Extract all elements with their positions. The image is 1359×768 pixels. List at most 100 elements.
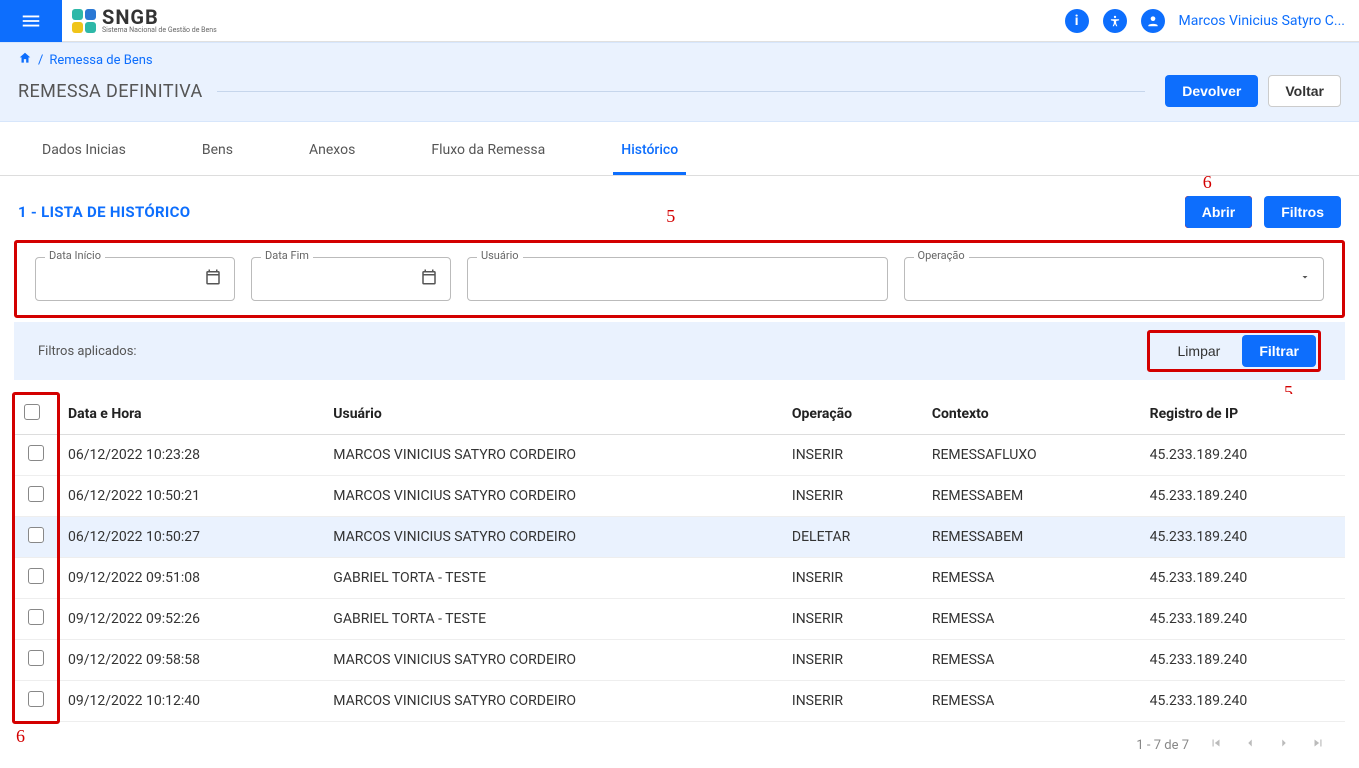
row-checkbox[interactable] bbox=[28, 609, 44, 625]
table-row[interactable]: 06/12/2022 10:23:28MARCOS VINICIUS SATYR… bbox=[14, 435, 1345, 476]
cell-contexto: REMESSA bbox=[922, 640, 1140, 681]
user-avatar-icon[interactable] bbox=[1141, 9, 1165, 33]
filtros-button[interactable]: Filtros bbox=[1264, 196, 1341, 228]
cell-contexto: REMESSABEM bbox=[922, 476, 1140, 517]
app-header: SNGB Sistema Nacional de Gestão de Bens … bbox=[0, 0, 1359, 42]
page-subheader: / Remessa de Bens REMESSA DEFINITIVA Dev… bbox=[0, 42, 1359, 122]
cell-usuario: MARCOS VINICIUS SATYRO CORDEIRO bbox=[323, 681, 782, 722]
cell-datahora: 09/12/2022 09:51:08 bbox=[58, 558, 323, 599]
row-checkbox[interactable] bbox=[28, 568, 44, 584]
cell-usuario: MARCOS VINICIUS SATYRO CORDEIRO bbox=[323, 640, 782, 681]
cell-contexto: REMESSAFLUXO bbox=[922, 435, 1140, 476]
logo-subtext: Sistema Nacional de Gestão de Bens bbox=[102, 27, 217, 34]
cell-usuario: GABRIEL TORTA - TESTE bbox=[323, 599, 782, 640]
cell-datahora: 06/12/2022 10:50:21 bbox=[58, 476, 323, 517]
logo-text: SNGB bbox=[102, 7, 217, 27]
cell-contexto: REMESSABEM bbox=[922, 517, 1140, 558]
page-prev-button[interactable] bbox=[1243, 736, 1257, 754]
usuario-filter-input[interactable] bbox=[467, 257, 888, 301]
data-inicio-input[interactable] bbox=[35, 257, 235, 301]
cell-operacao: DELETAR bbox=[782, 517, 922, 558]
voltar-button[interactable]: Voltar bbox=[1268, 75, 1341, 107]
cell-contexto: REMESSA bbox=[922, 681, 1140, 722]
cell-datahora: 06/12/2022 10:50:27 bbox=[58, 517, 323, 558]
info-icon[interactable]: i bbox=[1065, 9, 1089, 33]
annotation-6-top: 6 bbox=[1203, 172, 1212, 193]
cell-usuario: MARCOS VINICIUS SATYRO CORDEIRO bbox=[323, 517, 782, 558]
table-row[interactable]: 09/12/2022 09:51:08GABRIEL TORTA - TESTE… bbox=[14, 558, 1345, 599]
devolver-button[interactable]: Devolver bbox=[1165, 75, 1258, 107]
home-icon[interactable] bbox=[18, 51, 32, 69]
cell-ip: 45.233.189.240 bbox=[1140, 640, 1345, 681]
cell-usuario: GABRIEL TORTA - TESTE bbox=[323, 558, 782, 599]
col-usuario: Usuário bbox=[323, 394, 782, 435]
table-row[interactable]: 09/12/2022 10:12:40MARCOS VINICIUS SATYR… bbox=[14, 681, 1345, 722]
cell-operacao: INSERIR bbox=[782, 476, 922, 517]
cell-usuario: MARCOS VINICIUS SATYRO CORDEIRO bbox=[323, 476, 782, 517]
row-checkbox[interactable] bbox=[28, 445, 44, 461]
page-last-button[interactable] bbox=[1311, 736, 1325, 754]
cell-ip: 45.233.189.240 bbox=[1140, 517, 1345, 558]
select-all-checkbox[interactable] bbox=[24, 404, 40, 420]
row-checkbox[interactable] bbox=[28, 486, 44, 502]
limpar-button[interactable]: Limpar bbox=[1162, 336, 1237, 366]
tab-anexos[interactable]: Anexos bbox=[301, 122, 363, 175]
breadcrumb: / Remessa de Bens bbox=[18, 51, 1341, 69]
col-contexto: Contexto bbox=[922, 394, 1140, 435]
tab-fluxo[interactable]: Fluxo da Remessa bbox=[423, 122, 553, 175]
tab-bar: Dados Inicias Bens Anexos Fluxo da Remes… bbox=[0, 122, 1359, 176]
data-fim-input[interactable] bbox=[251, 257, 451, 301]
hamburger-menu-button[interactable] bbox=[0, 0, 62, 42]
cell-usuario: MARCOS VINICIUS SATYRO CORDEIRO bbox=[323, 435, 782, 476]
annotation-6-bottom: 6 bbox=[16, 726, 25, 747]
row-checkbox[interactable] bbox=[28, 650, 44, 666]
abrir-button[interactable]: Abrir bbox=[1185, 196, 1252, 228]
page-first-button[interactable] bbox=[1209, 736, 1223, 754]
data-fim-label: Data Fim bbox=[261, 249, 313, 262]
title-divider bbox=[217, 91, 1146, 92]
cell-operacao: INSERIR bbox=[782, 558, 922, 599]
logo-mark-icon bbox=[72, 9, 96, 33]
cell-datahora: 09/12/2022 09:58:58 bbox=[58, 640, 323, 681]
cell-ip: 45.233.189.240 bbox=[1140, 435, 1345, 476]
history-table: Data e Hora Usuário Operação Contexto Re… bbox=[14, 394, 1345, 722]
accessibility-icon[interactable] bbox=[1103, 9, 1127, 33]
cell-operacao: INSERIR bbox=[782, 681, 922, 722]
cell-contexto: REMESSA bbox=[922, 558, 1140, 599]
cell-operacao: INSERIR bbox=[782, 435, 922, 476]
app-logo: SNGB Sistema Nacional de Gestão de Bens bbox=[72, 7, 217, 34]
operacao-filter-select[interactable] bbox=[904, 257, 1325, 301]
row-checkbox[interactable] bbox=[28, 527, 44, 543]
cell-datahora: 09/12/2022 09:52:26 bbox=[58, 599, 323, 640]
calendar-icon[interactable] bbox=[420, 268, 438, 290]
table-row[interactable]: 06/12/2022 10:50:27MARCOS VINICIUS SATYR… bbox=[14, 517, 1345, 558]
section-title: 1 - LISTA DE HISTÓRICO bbox=[18, 203, 190, 221]
tab-historico[interactable]: Histórico bbox=[613, 122, 686, 175]
cell-operacao: INSERIR bbox=[782, 640, 922, 681]
operacao-filter-label: Operação bbox=[914, 249, 969, 262]
cell-ip: 45.233.189.240 bbox=[1140, 558, 1345, 599]
applied-filters-row: Filtros aplicados: Limpar Filtrar bbox=[14, 322, 1345, 380]
breadcrumb-sep: / bbox=[38, 53, 43, 68]
annotation-5-top: 5 bbox=[666, 206, 675, 227]
usuario-filter-label: Usuário bbox=[477, 249, 523, 262]
table-row[interactable]: 06/12/2022 10:50:21MARCOS VINICIUS SATYR… bbox=[14, 476, 1345, 517]
breadcrumb-item[interactable]: Remessa de Bens bbox=[49, 53, 152, 68]
pagination-range: 1 - 7 de 7 bbox=[1136, 738, 1189, 753]
cell-ip: 45.233.189.240 bbox=[1140, 681, 1345, 722]
row-checkbox[interactable] bbox=[28, 691, 44, 707]
tab-dados-iniciais[interactable]: Dados Inicias bbox=[34, 122, 134, 175]
filter-panel: Data Início Data Fim Usuário Operação bbox=[14, 240, 1345, 318]
table-row[interactable]: 09/12/2022 09:52:26GABRIEL TORTA - TESTE… bbox=[14, 599, 1345, 640]
page-next-button[interactable] bbox=[1277, 736, 1291, 754]
filtrar-button[interactable]: Filtrar bbox=[1242, 335, 1316, 367]
table-row[interactable]: 09/12/2022 09:58:58MARCOS VINICIUS SATYR… bbox=[14, 640, 1345, 681]
hamburger-icon bbox=[20, 10, 42, 32]
calendar-icon[interactable] bbox=[204, 268, 222, 290]
col-registroip: Registro de IP bbox=[1140, 394, 1345, 435]
cell-contexto: REMESSA bbox=[922, 599, 1140, 640]
applied-filters-label: Filtros aplicados: bbox=[38, 344, 137, 359]
pagination: 1 - 7 de 7 bbox=[14, 722, 1345, 768]
tab-bens[interactable]: Bens bbox=[194, 122, 241, 175]
user-name-label[interactable]: Marcos Vinicius Satyro C... bbox=[1179, 13, 1345, 29]
